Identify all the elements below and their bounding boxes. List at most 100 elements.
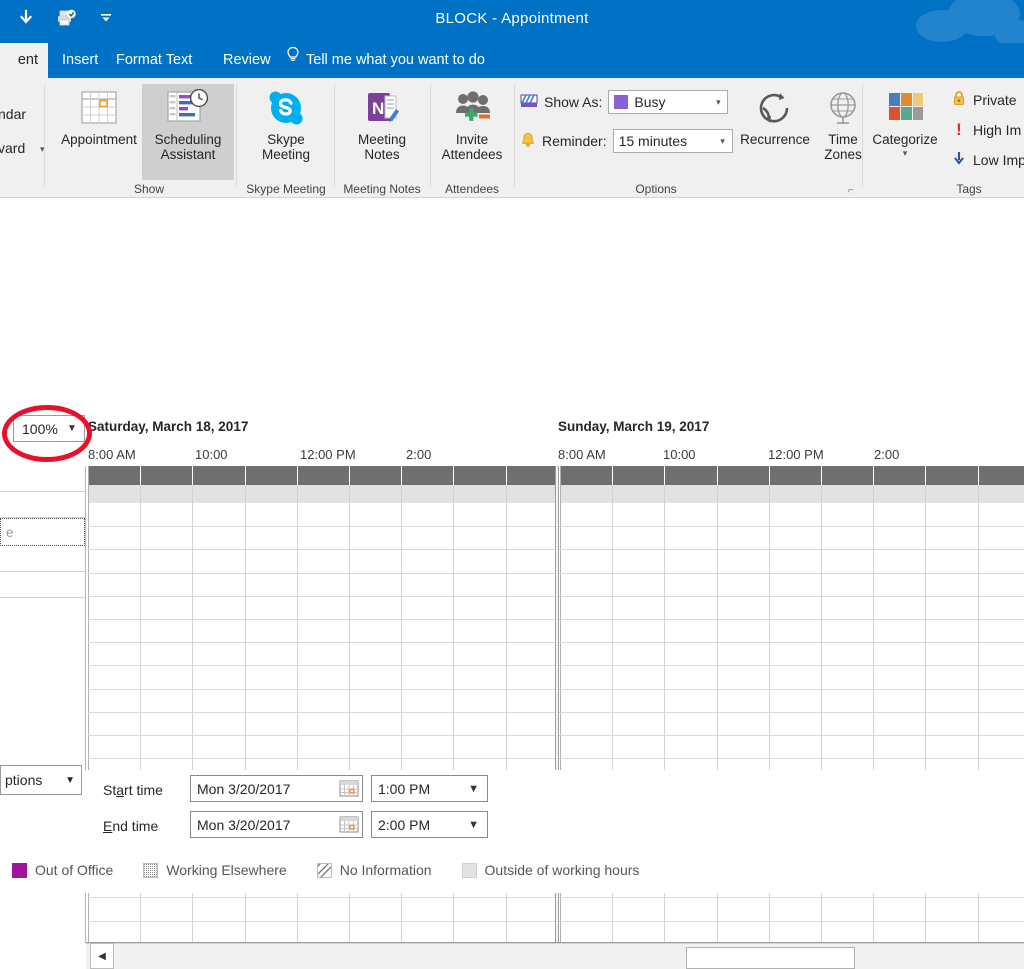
grid-header-column-separator bbox=[978, 466, 979, 485]
tab-format-text[interactable]: Format Text bbox=[104, 43, 204, 78]
options-dropdown-button[interactable]: ptions ▼ bbox=[0, 765, 82, 795]
ribbon-separator-2 bbox=[236, 84, 237, 187]
lightbulb-icon bbox=[286, 43, 300, 78]
chevron-down-icon[interactable]: ▾ bbox=[711, 97, 725, 108]
scheduling-assistant-label-2: Assistant bbox=[160, 147, 216, 162]
ribbon-group-actions-clipped: ndar vard ▾ bbox=[0, 78, 45, 198]
tag-high-importance[interactable]: ! High Im bbox=[952, 120, 1021, 140]
categorize-icon bbox=[884, 88, 926, 128]
attendee-row[interactable] bbox=[0, 546, 86, 572]
chevron-down-icon[interactable]: ▼ bbox=[63, 423, 81, 434]
categorize-button[interactable]: Categorize ▾ bbox=[866, 84, 944, 180]
legend-outside-working-hours: Outside of working hours bbox=[461, 862, 639, 878]
grid-header-column-separator bbox=[925, 466, 926, 485]
day-sunday-nonworking-bar bbox=[560, 485, 1024, 503]
tag-high-importance-label: High Im bbox=[973, 122, 1022, 138]
tick-sun-3: 2:00 bbox=[874, 447, 900, 462]
scroll-left-arrow-icon[interactable]: ◀ bbox=[90, 943, 114, 969]
grid-header-column-separator bbox=[821, 466, 822, 485]
tick-sun-1: 10:00 bbox=[663, 447, 696, 462]
attendee-row[interactable] bbox=[0, 466, 86, 492]
categorize-chevron-down-icon[interactable]: ▾ bbox=[903, 148, 908, 159]
reminder-dropdown[interactable]: 15 minutes ▾ bbox=[612, 129, 733, 153]
calendar-picker-icon[interactable] bbox=[339, 815, 359, 834]
legend-working-elsewhere-label: Working Elsewhere bbox=[166, 862, 287, 878]
recurrence-button[interactable]: Recurrence bbox=[734, 84, 816, 180]
grid-header-column-separator bbox=[612, 466, 613, 485]
tick-sun-0: 8:00 AM bbox=[558, 447, 606, 462]
tab-review[interactable]: Review bbox=[211, 43, 283, 78]
grid-header-column-separator bbox=[297, 466, 298, 485]
chevron-down-icon[interactable]: ▼ bbox=[468, 783, 479, 795]
start-time-dropdown[interactable]: 1:00 PM ▼ bbox=[371, 775, 488, 802]
start-date-value: Mon 3/20/2017 bbox=[197, 780, 291, 797]
calendar-picker-icon[interactable] bbox=[339, 779, 359, 798]
grid-header-column-separator bbox=[140, 466, 141, 485]
grid-header-column-separator bbox=[453, 466, 454, 485]
tell-me-box[interactable]: Tell me what you want to do bbox=[286, 43, 485, 78]
scheduling-assistant-button[interactable]: Scheduling Assistant bbox=[142, 84, 234, 180]
skype-meeting-label-2: Meeting bbox=[261, 147, 311, 162]
show-as-dropdown[interactable]: Busy ▾ bbox=[608, 90, 729, 114]
end-date-value: Mon 3/20/2017 bbox=[197, 816, 291, 833]
end-time-dropdown[interactable]: 2:00 PM ▼ bbox=[371, 811, 488, 838]
scrollbar-thumb[interactable] bbox=[686, 947, 855, 969]
end-time-value: 2:00 PM bbox=[378, 816, 431, 833]
calendar-icon bbox=[79, 88, 119, 128]
grid-header-column-separator bbox=[192, 466, 193, 485]
start-date-input[interactable]: Mon 3/20/2017 bbox=[190, 775, 363, 802]
time-zones-label-1: Time bbox=[828, 132, 858, 147]
invite-attendees-button[interactable]: Invite Attendees bbox=[433, 84, 511, 180]
reminder-row: Reminder: 15 minutes ▾ bbox=[520, 129, 733, 153]
appointment-label: Appointment bbox=[61, 132, 137, 147]
calendar-action-label[interactable]: ndar bbox=[0, 106, 26, 122]
tab-appointment[interactable]: ent bbox=[0, 43, 48, 78]
grid-horizontal-scrollbar[interactable]: ◀ bbox=[86, 943, 1024, 969]
end-date-input[interactable]: Mon 3/20/2017 bbox=[190, 811, 363, 838]
tab-insert[interactable]: Insert bbox=[50, 43, 110, 78]
grid-header-column-separator bbox=[245, 466, 246, 485]
tick-sat-3: 2:00 bbox=[406, 447, 432, 462]
forward-action-label[interactable]: vard bbox=[0, 140, 25, 156]
ribbon-group-skype-meeting: Skype Meeting Skype Meeting bbox=[238, 78, 334, 198]
ribbon-group-show-label: Show bbox=[133, 182, 165, 196]
svg-text:N: N bbox=[372, 99, 384, 118]
chevron-down-icon[interactable]: ▾ bbox=[716, 136, 730, 147]
time-zones-label-2: Zones bbox=[824, 147, 862, 162]
ribbon-group-notes-label: Meeting Notes bbox=[343, 182, 421, 196]
exclamation-icon: ! bbox=[956, 120, 962, 139]
bell-icon bbox=[520, 132, 536, 151]
options-dialog-launcher-icon[interactable]: ⌐ bbox=[848, 185, 854, 196]
show-as-value: Busy bbox=[634, 94, 666, 110]
attendee-name-text: e bbox=[6, 524, 14, 540]
chevron-down-icon[interactable]: ▼ bbox=[65, 775, 75, 786]
tag-low-importance-label: Low Imp bbox=[973, 151, 1024, 168]
tag-low-importance[interactable]: Low Imp bbox=[952, 150, 1024, 169]
tell-me-label: Tell me what you want to do bbox=[306, 52, 485, 68]
onenote-icon: N bbox=[363, 88, 401, 128]
meeting-notes-button[interactable]: N Meeting Notes bbox=[343, 84, 421, 180]
chevron-down-icon[interactable]: ▼ bbox=[468, 819, 479, 831]
zoom-level-dropdown[interactable]: 100% ▼ bbox=[13, 415, 85, 442]
recurrence-icon bbox=[755, 88, 795, 128]
attendee-row[interactable] bbox=[0, 572, 86, 598]
grid-header-column-separator bbox=[401, 466, 402, 485]
tag-private-label: Private bbox=[973, 91, 1017, 108]
options-button-label: ptions bbox=[5, 772, 43, 788]
ribbon-group-tags: Categorize ▾ Private ! High Im Low Imp T… bbox=[864, 78, 1024, 198]
grid-header-column-separator bbox=[769, 466, 770, 485]
appointment-button[interactable]: Appointment bbox=[60, 84, 138, 180]
tag-private[interactable]: Private bbox=[952, 90, 1017, 109]
invite-attendees-label-1: Invite bbox=[455, 132, 489, 147]
free-busy-legend: Out of Office Working Elsewhere No Infor… bbox=[12, 858, 669, 879]
out-of-office-swatch bbox=[12, 862, 27, 878]
grid-header-column-separator bbox=[664, 466, 665, 485]
attendee-row[interactable] bbox=[0, 492, 86, 518]
globe-icon bbox=[824, 88, 862, 128]
day-sunday-header-bar bbox=[560, 466, 1024, 485]
ribbon-group-options-label: Options bbox=[635, 182, 677, 196]
attendee-row-selected[interactable]: e bbox=[0, 518, 85, 546]
outside-working-hours-swatch bbox=[461, 862, 477, 878]
skype-meeting-button[interactable]: Skype Meeting bbox=[247, 84, 325, 180]
show-as-label: Show As: bbox=[544, 94, 603, 110]
